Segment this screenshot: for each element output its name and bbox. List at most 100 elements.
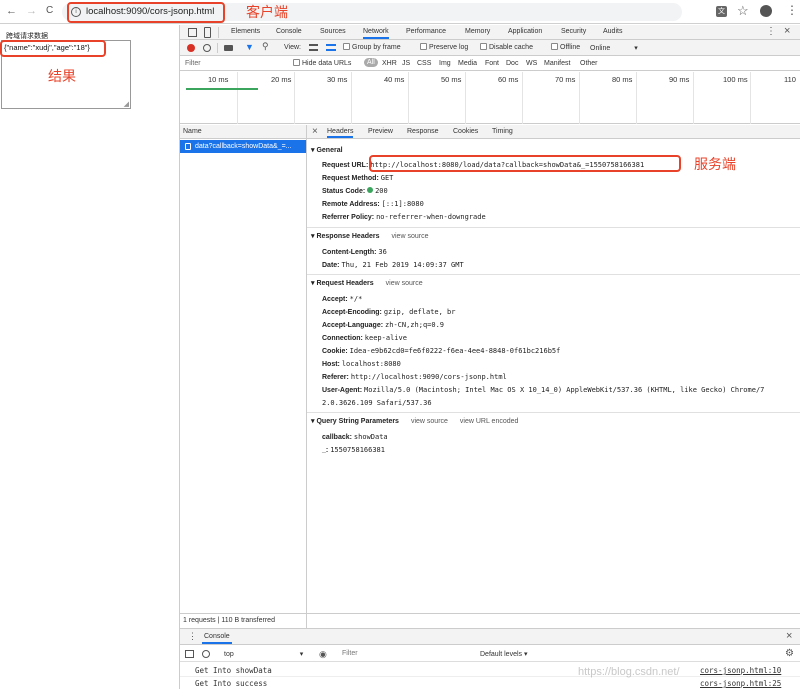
chevron-down-icon: ▾ xyxy=(634,45,638,52)
log-levels-select[interactable]: Default levels ▾ xyxy=(480,650,528,658)
reload-icon[interactable]: C xyxy=(46,5,53,16)
offline-checkbox[interactable]: Offline xyxy=(551,43,580,51)
remote-address-row: Remote Address: [::1]:8080 xyxy=(322,198,424,211)
timeline-request-bar xyxy=(186,88,258,90)
clear-console-icon[interactable] xyxy=(202,650,210,658)
record-icon[interactable] xyxy=(187,44,195,52)
request-headers-toggle[interactable]: ▾ Request Headers view source xyxy=(311,279,423,287)
view-url-encoded-link[interactable]: view URL encoded xyxy=(460,418,519,425)
console-sidebar-icon[interactable] xyxy=(185,650,194,658)
console-filter-input[interactable]: Filter xyxy=(342,650,358,657)
header-value: Mozilla/5.0 (Macintosh; Intel Mac OS X 1… xyxy=(364,386,765,394)
tab-preview[interactable]: Preview xyxy=(368,125,393,139)
response-headers-toggle[interactable]: ▾ Response Headers view source xyxy=(311,232,428,240)
context-select[interactable]: top ▾ xyxy=(224,650,303,658)
view-source-link[interactable]: view source xyxy=(386,280,423,287)
filter-type-font[interactable]: Font xyxy=(485,60,499,67)
timeline-tick: 100 ms xyxy=(723,75,748,84)
timeline-overview[interactable]: 10 ms 20 ms 30 ms 40 ms 50 ms 60 ms 70 m… xyxy=(180,72,800,124)
tab-response[interactable]: Response xyxy=(407,125,439,139)
device-toolbar-icon[interactable] xyxy=(204,27,211,38)
close-devtools-icon[interactable]: × xyxy=(784,25,790,37)
drawer-menu-icon[interactable]: ⋮ xyxy=(188,631,197,642)
menu-kebab-icon[interactable]: ⋮ xyxy=(786,3,798,17)
large-rows-icon[interactable] xyxy=(309,44,318,51)
request-header-row: Accept: */* xyxy=(322,293,362,306)
request-name: data?callback=showData&_=... xyxy=(195,143,292,150)
header-value: zh-CN,zh;q=0.9 xyxy=(385,321,445,329)
timeline-tick: 90 ms xyxy=(669,75,690,84)
view-source-link[interactable]: view source xyxy=(411,418,448,425)
request-method-row: Request Method: GET xyxy=(322,172,393,185)
timeline-tick: 40 ms xyxy=(384,75,405,84)
timeline-tick: 50 ms xyxy=(441,75,462,84)
timeline-tick: 110 xyxy=(784,75,796,84)
tab-security[interactable]: Security xyxy=(561,25,586,39)
close-detail-icon[interactable]: × xyxy=(312,126,318,137)
log-source-link[interactable]: cors-jsonp.html:10 xyxy=(700,666,781,675)
group-by-frame-checkbox[interactable]: Group by frame xyxy=(343,43,401,51)
resize-handle-icon[interactable]: ◢ xyxy=(124,100,129,108)
filter-type-ws[interactable]: WS xyxy=(526,60,537,67)
translate-icon[interactable]: 文 xyxy=(716,6,727,17)
general-section-toggle[interactable]: ▾ General xyxy=(311,146,343,154)
profile-avatar-icon[interactable] xyxy=(760,5,772,17)
tab-console[interactable]: Console xyxy=(276,25,302,39)
view-source-link[interactable]: view source xyxy=(392,233,429,240)
hide-data-urls-checkbox[interactable]: Hide data URLs xyxy=(293,59,351,67)
filter-type-xhr[interactable]: XHR xyxy=(382,60,397,67)
tab-memory[interactable]: Memory xyxy=(465,25,490,39)
forward-arrow-icon[interactable]: → xyxy=(26,5,37,17)
filter-type-js[interactable]: JS xyxy=(402,60,410,67)
filter-type-all[interactable]: All xyxy=(364,58,378,67)
filter-funnel-icon[interactable]: ▼ xyxy=(245,42,254,52)
screenshot-camera-icon[interactable] xyxy=(224,45,233,51)
tab-sources[interactable]: Sources xyxy=(320,25,346,39)
disable-cache-label: Disable cache xyxy=(489,44,533,51)
tab-headers[interactable]: Headers xyxy=(327,125,354,138)
query-param-row: _: 1550758166381 xyxy=(322,444,385,457)
log-source-link[interactable]: cors-jsonp.html:25 xyxy=(700,679,781,688)
log-message: Get Into showData xyxy=(195,666,272,675)
page-viewport: 跨域请求数据 {"name":"xudj","age":"18"} ◢ xyxy=(0,25,180,689)
header-value: keep-alive xyxy=(364,334,407,342)
tab-audits[interactable]: Audits xyxy=(603,25,622,39)
filter-type-css[interactable]: CSS xyxy=(417,60,431,67)
throttling-select[interactable]: Online ▾ xyxy=(590,44,638,52)
tab-application[interactable]: Application xyxy=(508,25,542,39)
log-message: Get Into success xyxy=(195,679,268,688)
name-column-header[interactable]: Name xyxy=(180,125,306,139)
tab-timing[interactable]: Timing xyxy=(492,125,513,139)
bookmark-star-icon[interactable]: ☆ xyxy=(737,3,749,19)
eye-icon[interactable]: ◉ xyxy=(319,649,327,660)
log-levels-value: Default levels xyxy=(480,651,523,658)
tab-performance[interactable]: Performance xyxy=(406,25,446,39)
search-icon[interactable]: ⚲ xyxy=(262,41,269,52)
filter-type-other[interactable]: Other xyxy=(580,60,598,67)
header-key: Connection: xyxy=(322,335,363,342)
response-header-row: Content-Length: 36 xyxy=(322,246,387,259)
query-params-toggle[interactable]: ▾ Query String Parameters view source view… xyxy=(311,417,518,425)
timeline-tick: 60 ms xyxy=(498,75,519,84)
tab-elements[interactable]: Elements xyxy=(231,25,260,39)
filter-type-img[interactable]: Img xyxy=(439,60,451,67)
watermark: https://blog.csdn.net/ xyxy=(578,666,680,678)
filter-type-media[interactable]: Media xyxy=(458,60,477,67)
clear-icon[interactable] xyxy=(203,44,211,52)
header-key: Accept-Language: xyxy=(322,322,384,329)
back-arrow-icon[interactable]: ← xyxy=(6,5,17,17)
inspect-element-icon[interactable] xyxy=(188,28,197,37)
disable-cache-checkbox[interactable]: Disable cache xyxy=(480,43,533,51)
tab-network[interactable]: Network xyxy=(363,25,389,39)
filter-type-manifest[interactable]: Manifest xyxy=(544,60,570,67)
close-drawer-icon[interactable]: × xyxy=(786,630,792,642)
filter-type-doc[interactable]: Doc xyxy=(506,60,518,67)
filter-input[interactable]: Filter xyxy=(185,60,201,67)
preserve-log-checkbox[interactable]: Preserve log xyxy=(420,43,468,51)
request-row[interactable]: data?callback=showData&_=... xyxy=(180,140,306,153)
console-settings-gear-icon[interactable]: ⚙ xyxy=(785,648,794,659)
tab-cookies[interactable]: Cookies xyxy=(453,125,478,139)
waterfall-icon[interactable] xyxy=(326,44,336,51)
devtools-menu-icon[interactable]: ⋮ xyxy=(766,26,776,37)
tab-console-drawer[interactable]: Console xyxy=(202,630,232,644)
